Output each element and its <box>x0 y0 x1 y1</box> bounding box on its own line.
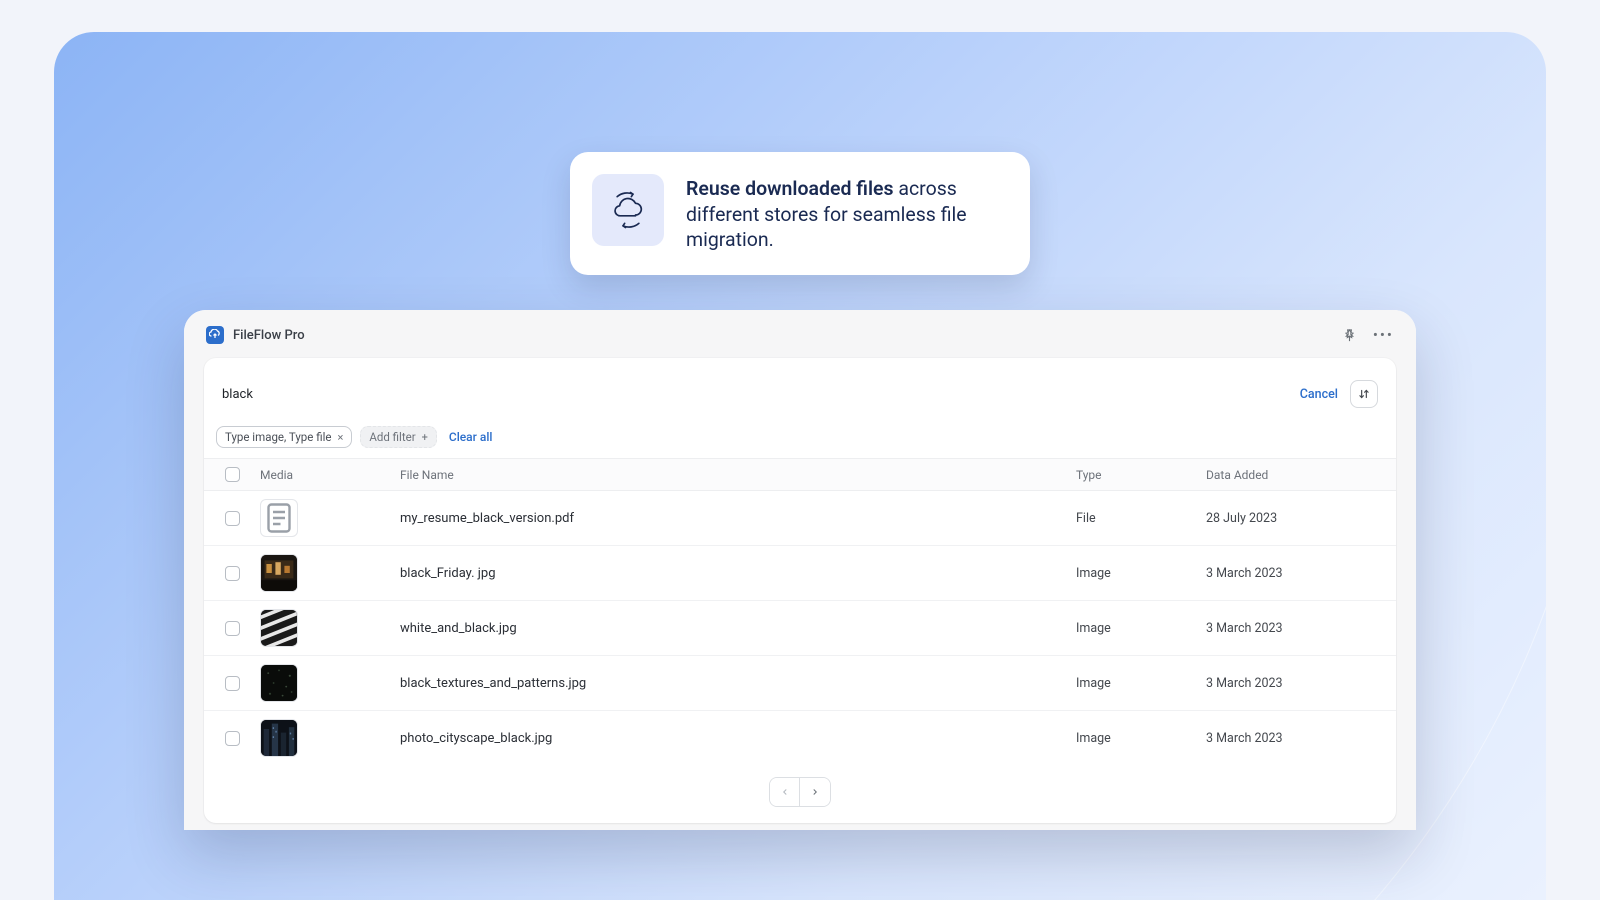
row-checkbox[interactable] <box>225 511 240 526</box>
sort-button[interactable] <box>1350 380 1378 408</box>
search-row: black Cancel <box>204 358 1396 422</box>
app-window: FileFlow Pro ••• black Cancel <box>184 310 1416 830</box>
table-row[interactable]: photo_cityscape_black.jpgImage3 March 20… <box>204 711 1396 765</box>
cancel-button[interactable]: Cancel <box>1300 387 1338 402</box>
image-thumbnail <box>260 609 298 647</box>
col-filename: File Name <box>400 468 1076 482</box>
row-type: Image <box>1076 621 1206 636</box>
row-check-cell <box>204 731 260 746</box>
table-header: Media File Name Type Data Added <box>204 458 1396 491</box>
pagination <box>204 765 1396 823</box>
filter-row: Type image, Type file × Add filter + Cle… <box>204 422 1396 458</box>
add-filter-chip[interactable]: Add filter + <box>360 426 437 448</box>
marketing-stage: Reuse downloaded files across different … <box>54 32 1546 900</box>
row-checkbox[interactable] <box>225 676 240 691</box>
row-checkbox[interactable] <box>225 566 240 581</box>
col-date: Data Added <box>1206 468 1396 482</box>
row-checkbox[interactable] <box>225 731 240 746</box>
app-chrome: FileFlow Pro ••• black Cancel <box>184 310 1416 830</box>
row-date: 28 July 2023 <box>1206 511 1396 526</box>
row-type: Image <box>1076 676 1206 691</box>
row-thumb-cell <box>260 499 400 537</box>
image-thumbnail <box>260 719 298 757</box>
prev-page-button[interactable] <box>770 778 800 806</box>
row-type: Image <box>1076 566 1206 581</box>
row-filename: my_resume_black_version.pdf <box>400 511 1076 526</box>
table-row[interactable]: black_Friday. jpgImage3 March 2023 <box>204 546 1396 601</box>
col-type: Type <box>1076 468 1206 482</box>
row-check-cell <box>204 676 260 691</box>
row-thumb-cell <box>260 554 400 592</box>
chip-label: Type image, Type file <box>225 430 331 444</box>
promo-bold: Reuse downloaded files <box>686 177 894 200</box>
row-filename: black_textures_and_patterns.jpg <box>400 676 1076 691</box>
table-body: my_resume_black_version.pdfFile28 July 2… <box>204 491 1396 765</box>
search-input[interactable]: black <box>222 387 1288 402</box>
row-date: 3 March 2023 <box>1206 731 1396 746</box>
row-date: 3 March 2023 <box>1206 676 1396 691</box>
document-icon <box>260 499 298 537</box>
clear-all-button[interactable]: Clear all <box>449 430 493 444</box>
select-all-cell <box>204 467 260 482</box>
file-panel: black Cancel Type image, Type file × Add… <box>204 358 1396 823</box>
filter-chip-type[interactable]: Type image, Type file × <box>216 426 352 448</box>
row-thumb-cell <box>260 719 400 757</box>
plus-icon: + <box>422 431 428 444</box>
image-thumbnail <box>260 664 298 702</box>
row-thumb-cell <box>260 664 400 702</box>
row-thumb-cell <box>260 609 400 647</box>
app-title: FileFlow Pro <box>233 328 305 343</box>
row-check-cell <box>204 566 260 581</box>
table-row[interactable]: white_and_black.jpgImage3 March 2023 <box>204 601 1396 656</box>
row-filename: photo_cityscape_black.jpg <box>400 731 1076 746</box>
row-checkbox[interactable] <box>225 621 240 636</box>
promo-text: Reuse downloaded files across different … <box>686 174 1004 253</box>
more-icon[interactable]: ••• <box>1373 328 1394 343</box>
col-media: Media <box>260 468 400 482</box>
pin-icon[interactable] <box>1341 326 1359 344</box>
row-type: Image <box>1076 731 1206 746</box>
image-thumbnail <box>260 554 298 592</box>
next-page-button[interactable] <box>800 778 830 806</box>
app-header-actions: ••• <box>1341 326 1394 344</box>
row-check-cell <box>204 511 260 526</box>
row-filename: black_Friday. jpg <box>400 566 1076 581</box>
app-title-wrap: FileFlow Pro <box>206 326 305 344</box>
promo-card: Reuse downloaded files across different … <box>570 152 1030 275</box>
chip-remove-icon[interactable]: × <box>337 431 343 444</box>
cloud-sync-icon <box>592 174 664 246</box>
table-row[interactable]: my_resume_black_version.pdfFile28 July 2… <box>204 491 1396 546</box>
app-logo-icon <box>206 326 224 344</box>
row-check-cell <box>204 621 260 636</box>
chip-label: Add filter <box>369 430 415 444</box>
row-type: File <box>1076 511 1206 526</box>
table-row[interactable]: black_textures_and_patterns.jpgImage3 Ma… <box>204 656 1396 711</box>
app-header: FileFlow Pro ••• <box>204 326 1396 358</box>
pager-group <box>769 777 831 807</box>
row-date: 3 March 2023 <box>1206 566 1396 581</box>
row-date: 3 March 2023 <box>1206 621 1396 636</box>
select-all-checkbox[interactable] <box>225 467 240 482</box>
row-filename: white_and_black.jpg <box>400 621 1076 636</box>
